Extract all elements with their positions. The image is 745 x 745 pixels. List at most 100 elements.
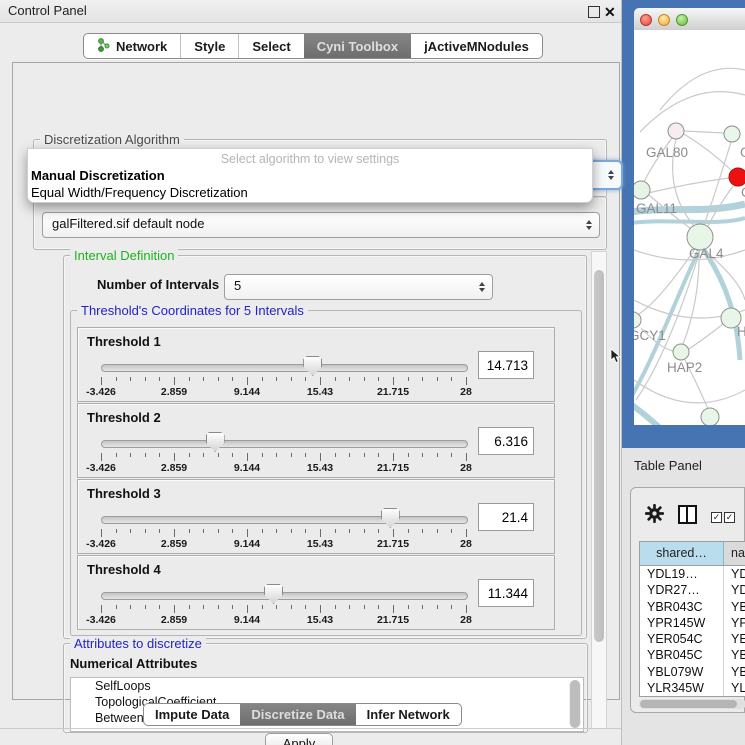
mouse-cursor [610,348,623,369]
network-node-gal11[interactable] [634,181,650,199]
tab-infer-network[interactable]: Infer Network [356,704,461,725]
network-node[interactable] [729,168,745,186]
stepper-arrows-icon [479,282,485,292]
node-label-gcy1: GCY1 [634,328,666,343]
dropdown-option-manual-discretization[interactable]: Manual Discretization [28,167,592,184]
slider-track[interactable] [101,516,468,524]
cell-shared-name[interactable]: YIL053C [640,696,724,697]
table-row[interactable]: YLR345WYLR345W [640,680,745,696]
attributes-scrollbar[interactable] [569,680,581,728]
node-label-gal80: GAL80 [646,145,688,160]
minimize-traffic-light[interactable] [658,14,670,26]
network-node[interactable] [724,126,740,142]
slider-tick-labels: -3.4262.8599.14415.4321.71528 [101,538,466,550]
cell-name[interactable]: YDL19… [724,566,745,582]
cell-shared-name[interactable]: YBL079W [640,664,724,680]
slider-thumb[interactable] [206,432,225,452]
slider-thumb[interactable] [381,508,400,528]
threshold-value-field[interactable]: 21.4 [478,503,534,531]
tab-style[interactable]: Style [180,34,238,58]
top-tab-bar: NetworkStyleSelectCyni ToolboxjActiveMNo… [83,33,543,59]
number-of-intervals-combobox[interactable]: 5 [224,274,493,300]
threshold-stack: Threshold 1-3.4262.8599.14415.4321.71528… [77,327,555,631]
slider-ticks [101,377,466,386]
slider-thumb[interactable] [264,584,283,604]
table-row[interactable]: YDL19…YDL19… [640,566,745,582]
threshold-value-field[interactable]: 6.316 [478,427,534,455]
checkbox-icon[interactable]: ✓ [724,512,735,523]
apply-button[interactable]: Apply [265,733,333,745]
node-label-gal4: GAL4 [689,246,724,261]
cell-name[interactable]: YIL053C [724,696,745,697]
table-row[interactable]: YDR27…YDR27… [640,582,745,598]
network-node-gcy1[interactable] [634,312,641,328]
table-row[interactable]: YBR045CYBR045C [640,647,745,663]
table-hscroll-thumb[interactable] [640,700,737,708]
tab-impute-data[interactable]: Impute Data [144,704,240,725]
column-header-name[interactable]: name [724,542,745,565]
checkbox-icon[interactable]: ✓ [711,512,722,523]
split-columns-icon[interactable] [678,505,697,524]
tab-cyni-toolbox[interactable]: Cyni Toolbox [304,34,411,58]
cell-shared-name[interactable]: YDR27… [640,582,724,598]
table-row[interactable]: YIL053CYIL053C [640,696,745,697]
slider-tick-labels: -3.4262.8599.14415.4321.71528 [101,386,466,398]
network-node[interactable] [701,408,719,425]
cell-shared-name[interactable]: YPR145W [640,615,724,631]
table-horizontal-scrollbar[interactable] [639,699,745,709]
slider-tick-labels: -3.4262.8599.14415.4321.71528 [101,462,466,474]
table-row[interactable]: YER054CYER054C [640,631,745,647]
node-table: shared… name YDL19…YDL19…YDR27…YDR27…YBR… [639,541,745,697]
table-data-value: galFiltered.sif default node [52,213,204,235]
network-window-titlebar [634,8,745,31]
network-node-gal80[interactable] [668,123,684,139]
thresholds-coordinates-group: Threshold's Coordinates for 5 Intervals … [70,310,582,636]
control-panel-titlebar: Control Panel ✕ [0,0,621,23]
cell-name[interactable]: YLR345W [724,680,745,696]
algorithm-dropdown-popup: Select algorithm to view settings Manual… [27,148,593,203]
cell-shared-name[interactable]: YBR043C [640,599,724,615]
float-window-icon[interactable] [588,6,600,18]
close-icon[interactable]: ✕ [604,2,616,22]
threshold-value-field[interactable]: 11.344 [478,579,534,607]
cell-shared-name[interactable]: YDL19… [640,566,724,582]
settings-scrollbar[interactable] [591,251,607,729]
settings-scrollbar-thumb[interactable] [594,270,604,642]
gear-icon[interactable] [645,504,664,528]
cell-shared-name[interactable]: YLR345W [640,680,724,696]
table-row[interactable]: YBL079WYBL079W [640,664,745,680]
node-label-partial: C [741,185,745,200]
tab-select[interactable]: Select [238,34,303,58]
cell-name[interactable]: YBR043C [724,599,745,615]
table-header-row: shared… name [640,542,745,566]
algorithm-dropdown-options: Manual DiscretizationEqual Width/Frequen… [28,167,592,201]
table-data-combobox[interactable]: galFiltered.sif default node [42,212,600,238]
threshold-value-field[interactable]: 14.713 [478,351,534,379]
slider-track[interactable] [101,592,468,600]
column-header-shared-name[interactable]: shared… [640,542,724,565]
tab-jactivemnodules[interactable]: jActiveMNodules [411,34,542,58]
attributes-scrollbar-thumb[interactable] [570,680,580,728]
cell-name[interactable]: YPR145W [724,615,745,631]
tab-network[interactable]: Network [84,34,180,58]
slider-thumb[interactable] [303,356,322,376]
cell-shared-name[interactable]: YER054C [640,631,724,647]
zoom-traffic-light[interactable] [676,14,688,26]
network-view-window: GAL80GAL11GAL4GCY1HAP2G.CH [622,0,745,448]
close-traffic-light[interactable] [640,14,652,26]
network-canvas[interactable]: GAL80GAL11GAL4GCY1HAP2G.CH [634,30,745,425]
attributes-to-discretize-title: Attributes to discretize [70,636,206,651]
tab-discretize-data[interactable]: Discretize Data [240,704,355,725]
cell-name[interactable]: YER054C [724,631,745,647]
cell-name[interactable]: YBR045C [724,647,745,663]
dropdown-option-equal-width-frequency-discretization[interactable]: Equal Width/Frequency Discretization [28,184,592,201]
table-row[interactable]: YPR145WYPR145W [640,615,745,631]
slider-track[interactable] [101,364,468,372]
slider-track[interactable] [101,440,468,448]
cell-shared-name[interactable]: YBR045C [640,647,724,663]
attribute-item-selfloops[interactable]: SelfLoops [71,678,583,694]
table-row[interactable]: YBR043CYBR043C [640,599,745,615]
cell-name[interactable]: YBL079W [724,664,745,680]
cell-name[interactable]: YDR27… [724,582,745,598]
network-node-hap2[interactable] [673,344,689,360]
